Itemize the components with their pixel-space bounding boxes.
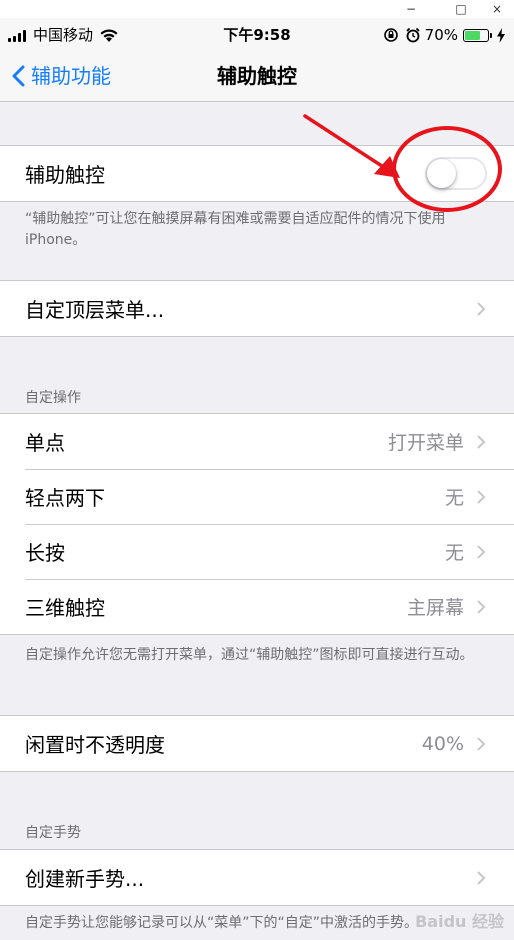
- top-menu-group: 自定顶层菜单...: [0, 280, 514, 337]
- double-tap-value: 无: [444, 487, 464, 509]
- battery-icon: [463, 28, 492, 42]
- 3d-touch-row[interactable]: 三维触控 主屏幕: [0, 579, 514, 634]
- maximize-button[interactable]: □: [446, 0, 476, 18]
- 3d-touch-label: 三维触控: [25, 596, 105, 620]
- custom-gestures-group: 创建新手势...: [0, 849, 514, 906]
- double-tap-row[interactable]: 轻点两下 无: [0, 469, 514, 524]
- battery-percent: 70%: [424, 26, 458, 44]
- double-tap-label: 轻点两下: [25, 486, 105, 510]
- long-press-value: 无: [444, 542, 464, 564]
- charging-icon: [497, 27, 505, 43]
- assistive-touch-footer: “辅助触控”可让您在触摸屏幕有困难或需要自适应配件的情况下使用 iPhone。: [25, 211, 446, 248]
- lock-rotation-icon: [383, 28, 398, 42]
- status-bar: 中国移动 下午9:58 70%: [0, 18, 514, 52]
- annotation-circle: [392, 126, 502, 212]
- idle-opacity-value: 40%: [421, 732, 464, 755]
- single-tap-label: 单点: [25, 431, 65, 455]
- custom-actions-group: 单点 打开菜单 轻点两下 无 长按 无 三维触控 主屏幕: [0, 413, 514, 635]
- idle-opacity-label: 闲置时不透明度: [25, 733, 165, 757]
- chevron-right-icon: [477, 599, 486, 614]
- window-titlebar: − □ ×: [0, 0, 514, 18]
- chevron-right-icon: [477, 301, 486, 316]
- customize-top-menu-label: 自定顶层菜单...: [25, 298, 165, 322]
- custom-gestures-header: 自定手势: [25, 825, 81, 841]
- 3d-touch-value: 主屏幕: [406, 597, 464, 619]
- alarm-icon: [406, 27, 420, 43]
- idle-opacity-group: 闲置时不透明度 40%: [0, 715, 514, 772]
- navigation-bar: 辅助功能 辅助触控: [0, 52, 514, 102]
- custom-actions-footer: 自定操作允许您无需打开菜单，通过“辅助触控”图标即可直接进行互动。: [25, 647, 474, 663]
- long-press-label: 长按: [25, 541, 65, 565]
- single-tap-value: 打开菜单: [387, 432, 464, 454]
- watermark: Baidu 经验: [415, 912, 504, 931]
- customize-top-menu-row[interactable]: 自定顶层菜单...: [0, 281, 514, 336]
- close-button[interactable]: ×: [482, 0, 512, 18]
- long-press-row[interactable]: 长按 无: [0, 524, 514, 579]
- chevron-right-icon: [477, 434, 486, 449]
- single-tap-row[interactable]: 单点 打开菜单: [0, 414, 514, 469]
- chevron-right-icon: [477, 544, 486, 559]
- custom-actions-header: 自定操作: [25, 390, 81, 406]
- idle-opacity-row[interactable]: 闲置时不透明度 40%: [0, 716, 514, 771]
- page-title: 辅助触控: [217, 64, 297, 88]
- chevron-right-icon: [477, 736, 486, 751]
- create-gesture-row[interactable]: 创建新手势...: [0, 850, 514, 905]
- minimize-button[interactable]: −: [396, 0, 426, 18]
- chevron-right-icon: [477, 870, 486, 885]
- create-gesture-label: 创建新手势...: [25, 867, 145, 891]
- chevron-right-icon: [477, 489, 486, 504]
